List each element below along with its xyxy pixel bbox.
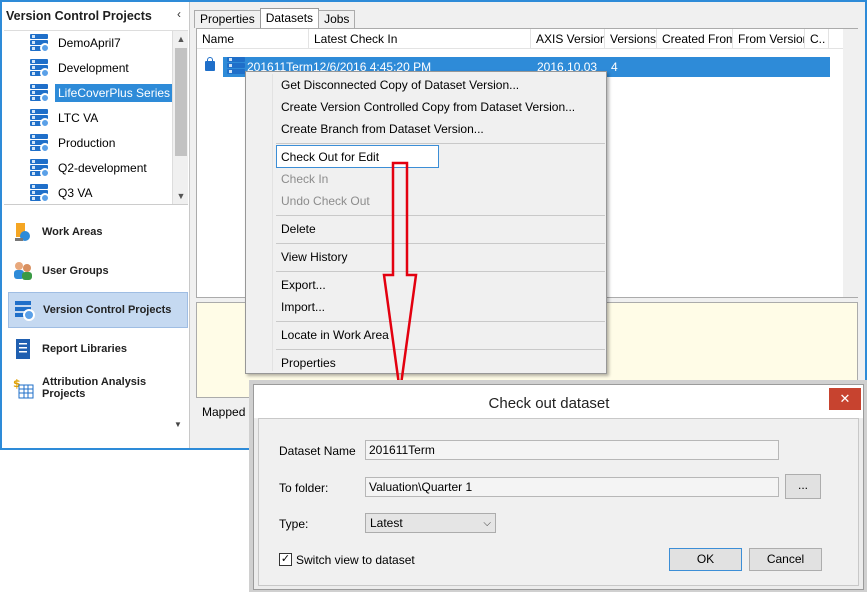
attribution-icon: $ <box>12 377 34 399</box>
menu-separator <box>276 271 605 272</box>
col-axis-version[interactable]: AXIS Version <box>531 29 605 49</box>
version-control-icon <box>13 299 35 321</box>
database-icon <box>28 59 52 78</box>
report-library-icon <box>12 338 34 360</box>
dialog-body: Dataset Name 201611Term To folder: Valua… <box>258 418 859 586</box>
collapse-chevron-icon[interactable]: ‹ <box>172 7 186 21</box>
menu-item-create-branch[interactable]: Create Branch from Dataset Version... <box>281 119 484 139</box>
menu-item-check-in[interactable]: Check In <box>281 169 328 189</box>
database-icon <box>28 184 52 203</box>
grid-scrollbar[interactable] <box>843 29 859 297</box>
menu-gutter <box>272 74 273 371</box>
cancel-button[interactable]: Cancel <box>749 548 822 571</box>
to-folder-label: To folder: <box>279 481 329 495</box>
menu-separator <box>276 215 605 216</box>
col-versions[interactable]: Versions <box>605 29 657 49</box>
check-out-dialog: Check out dataset ✕ Dataset Name 201611T… <box>253 384 864 590</box>
dataset-name-label: Dataset Name <box>279 444 356 458</box>
menu-separator <box>276 243 605 244</box>
menu-item-import[interactable]: Import... <box>281 297 325 317</box>
tree-scrollbar[interactable]: ▲ ▼ <box>172 31 188 204</box>
menu-item-export[interactable]: Export... <box>281 275 326 295</box>
lock-icon <box>205 57 215 71</box>
menu-item-locate-in-work-area[interactable]: Locate in Work Area <box>281 325 389 345</box>
to-folder-field[interactable]: Valuation\Quarter 1 <box>365 477 779 497</box>
grid-header: Name Latest Check In AXIS Version Versio… <box>197 29 857 49</box>
user-groups-icon <box>12 260 34 282</box>
menu-separator <box>276 143 605 144</box>
tab-datasets[interactable]: Datasets <box>259 8 320 28</box>
type-select-value: Latest <box>370 516 403 530</box>
col-c[interactable]: C.. <box>805 29 829 49</box>
menu-item-undo-check-out[interactable]: Undo Check Out <box>281 191 370 211</box>
switch-view-checkbox[interactable]: ✓ <box>279 553 292 566</box>
menu-item-create-vc-copy[interactable]: Create Version Controlled Copy from Data… <box>281 97 575 117</box>
menu-separator <box>276 349 605 350</box>
menu-item-get-disconnected-copy[interactable]: Get Disconnected Copy of Dataset Version… <box>281 75 519 95</box>
tree-item-demoapril7[interactable]: DemoApril7 <box>28 32 124 54</box>
context-menu: Get Disconnected Copy of Dataset Version… <box>245 71 607 374</box>
menu-item-check-out-for-edit[interactable]: Check Out for Edit <box>281 147 379 167</box>
tab-strip: Properties Datasets Jobs <box>194 8 356 28</box>
tree-item-q2-development[interactable]: Q2-development <box>28 157 150 179</box>
tree-item-production[interactable]: Production <box>28 132 118 154</box>
cell-versions: 4 <box>611 60 618 74</box>
type-select[interactable]: Latest ⌵ <box>365 513 496 533</box>
col-from-version[interactable]: From Version <box>733 29 805 49</box>
nav-section-work-areas[interactable]: Work Areas <box>8 214 188 250</box>
browse-button[interactable]: ... <box>785 474 821 499</box>
tree-item-lifecoverplus[interactable]: LifeCoverPlus Series A <box>28 82 184 104</box>
scroll-down-icon[interactable]: ▼ <box>173 188 188 204</box>
annotation-arrow-icon <box>382 161 418 393</box>
tree-item-development[interactable]: Development <box>28 57 132 79</box>
menu-item-properties[interactable]: Properties <box>281 353 336 373</box>
col-latest-check-in[interactable]: Latest Check In <box>309 29 531 49</box>
col-created-from[interactable]: Created From <box>657 29 733 49</box>
menu-item-view-history[interactable]: View History <box>281 247 347 267</box>
nav-title: Version Control Projects <box>6 9 152 23</box>
work-areas-icon <box>12 221 34 243</box>
tree-item-ltc-va[interactable]: LTC VA <box>28 107 101 129</box>
close-icon[interactable]: ✕ <box>829 388 861 410</box>
type-label: Type: <box>279 517 309 531</box>
tree-item-q3-va[interactable]: Q3 VA <box>28 182 95 204</box>
project-tree: DemoApril7 Development LifeCoverPlus Ser… <box>4 30 188 205</box>
nav-section-report-libraries[interactable]: Report Libraries <box>8 331 188 367</box>
nav-section-attribution[interactable]: $ Attribution Analysis Projects <box>8 370 188 406</box>
col-name[interactable]: Name <box>197 29 309 49</box>
database-icon <box>28 84 52 103</box>
nav-section-version-control[interactable]: Version Control Projects <box>8 292 188 328</box>
ok-button[interactable]: OK <box>669 548 742 571</box>
nav-section-user-groups[interactable]: User Groups <box>8 253 188 289</box>
chevron-down-icon: ⌵ <box>483 518 491 529</box>
tab-properties[interactable]: Properties <box>194 10 261 28</box>
scroll-thumb[interactable] <box>175 48 187 156</box>
dataset-name-field[interactable]: 201611Term <box>365 440 779 460</box>
switch-view-label[interactable]: Switch view to dataset <box>296 553 415 567</box>
database-icon <box>28 159 52 178</box>
scroll-up-icon[interactable]: ▲ <box>173 31 188 47</box>
database-icon <box>28 34 52 53</box>
dialog-title: Check out dataset <box>488 395 610 412</box>
dialog-title-bar: Check out dataset ✕ <box>254 385 863 418</box>
database-icon <box>28 109 52 128</box>
database-icon <box>28 134 52 153</box>
navigation-pane: Version Control Projects ‹ DemoApril7 De… <box>2 2 190 448</box>
menu-separator <box>276 321 605 322</box>
tab-jobs[interactable]: Jobs <box>318 10 356 28</box>
more-chevron-icon[interactable]: ▼ <box>174 420 182 429</box>
menu-item-delete[interactable]: Delete <box>281 219 316 239</box>
